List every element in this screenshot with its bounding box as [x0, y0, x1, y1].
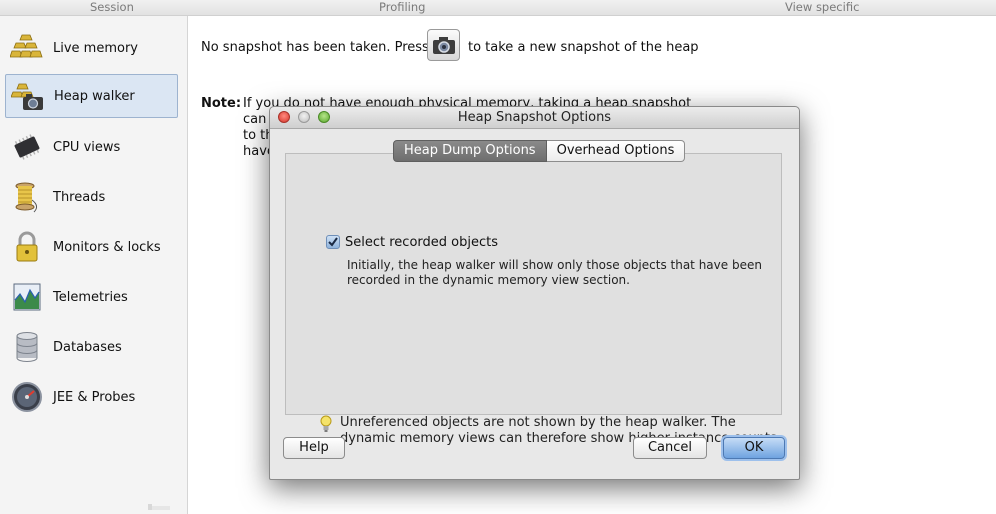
note-text-line: can [243, 112, 267, 127]
sidebar-item-label: Databases [53, 339, 122, 355]
options-panel: Select recorded objects Initially, the h… [285, 153, 782, 446]
heap-walker-icon [11, 83, 43, 110]
sidebar-item-label: Live memory [53, 40, 138, 56]
sidebar-item-label: CPU views [53, 139, 121, 155]
probe-gauge-icon [12, 382, 42, 412]
heap-snapshot-options-dialog: Heap Snapshot Options Select recorded ob… [269, 106, 800, 480]
ok-button[interactable]: OK [723, 437, 785, 459]
dialog-titlebar[interactable]: Heap Snapshot Options [270, 107, 799, 129]
sidebar-item-threads[interactable]: Threads [5, 175, 178, 219]
thread-spool-icon [15, 182, 38, 213]
no-snapshot-message: No snapshot has been taken. Press [201, 40, 429, 55]
sidebar-item-jee-probes[interactable]: JEE & Probes [5, 375, 178, 419]
note-label: Note: [201, 96, 242, 111]
lightbulb-icon [320, 415, 332, 432]
database-icon [16, 332, 38, 362]
camera-icon [432, 37, 455, 54]
gold-bars-icon [10, 34, 43, 58]
section-header-bar: Session Profiling View specific [0, 0, 996, 16]
sidebar-item-databases[interactable]: Databases [5, 325, 178, 369]
select-recorded-objects-checkbox[interactable] [326, 235, 340, 249]
sidebar-item-label: Heap walker [54, 88, 135, 104]
tab-overhead-options[interactable]: Overhead Options [546, 140, 686, 162]
telemetry-chart-icon [13, 283, 41, 311]
views-sidebar: Live memory Heap walker CPU views Thread… [0, 16, 188, 514]
sidebar-item-telemetries[interactable]: Telemetries [5, 275, 178, 319]
dialog-tabs: Heap Dump Options Overhead Options [393, 140, 686, 162]
cpu-chip-icon [14, 134, 40, 160]
snapshot-instruction: to take a new snapshot of the heap [468, 40, 699, 55]
sidebar-item-label: JEE & Probes [53, 389, 136, 405]
checkbox-description: Initially, the heap walker will show onl… [347, 258, 762, 287]
tab-heap-dump-options[interactable]: Heap Dump Options [393, 140, 547, 162]
cancel-button[interactable]: Cancel [633, 437, 707, 459]
sidebar-item-monitors-locks[interactable]: Monitors & locks [5, 225, 178, 269]
sidebar-item-label: Threads [53, 189, 106, 205]
dialog-title: Heap Snapshot Options [457, 110, 612, 125]
header-profiling: Profiling [379, 0, 426, 14]
padlock-icon [16, 231, 38, 262]
header-view-specific: View specific [785, 0, 860, 14]
sidebar-item-label: Monitors & locks [53, 239, 161, 255]
take-snapshot-button[interactable] [427, 29, 460, 61]
help-button[interactable]: Help [283, 437, 345, 459]
sidebar-item-live-memory[interactable]: Live memory [5, 26, 178, 70]
header-session: Session [90, 0, 134, 14]
resize-grip-icon[interactable] [148, 502, 170, 512]
sidebar-item-label: Telemetries [53, 289, 128, 305]
sidebar-item-heap-walker[interactable]: Heap walker [5, 74, 178, 118]
checkbox-label[interactable]: Select recorded objects [345, 235, 498, 250]
checkmark-icon [328, 237, 338, 247]
sidebar-item-cpu-views[interactable]: CPU views [5, 125, 178, 169]
